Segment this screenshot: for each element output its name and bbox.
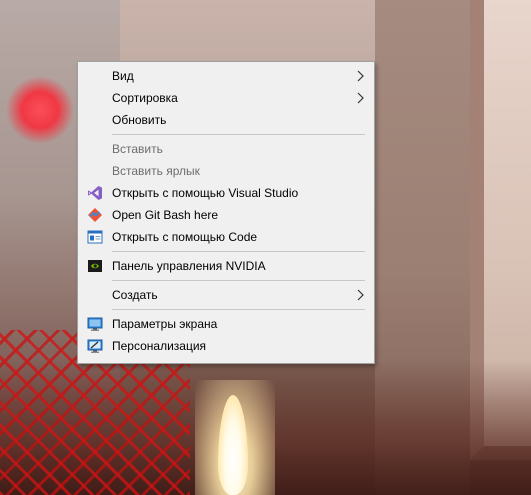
menu-item-sort[interactable]: Сортировка	[78, 87, 374, 109]
menu-item-label: Открыть с помощью Code	[112, 230, 258, 244]
git-bash-icon	[87, 207, 103, 223]
menu-item-label: Создать	[112, 288, 158, 302]
menu-item-label: Open Git Bash here	[112, 208, 219, 222]
menu-item-label: Открыть с помощью Visual Studio	[112, 186, 299, 200]
display-settings-icon	[87, 316, 103, 332]
chevron-right-icon	[355, 91, 365, 105]
menu-separator	[112, 134, 365, 135]
menu-separator	[112, 280, 365, 281]
menu-item-view[interactable]: Вид	[78, 65, 374, 87]
menu-item-paste: Вставить	[78, 138, 374, 160]
menu-item-open-git-bash[interactable]: Open Git Bash here	[78, 204, 374, 226]
menu-item-nvidia-control-panel[interactable]: Панель управления NVIDIA	[78, 255, 374, 277]
menu-item-label: Панель управления NVIDIA	[112, 259, 266, 273]
menu-item-paste-shortcut: Вставить ярлык	[78, 160, 374, 182]
menu-item-refresh[interactable]: Обновить	[78, 109, 374, 131]
nvidia-icon	[87, 258, 103, 274]
menu-item-open-with-visual-studio[interactable]: Открыть с помощью Visual Studio	[78, 182, 374, 204]
menu-separator	[112, 309, 365, 310]
visual-studio-icon	[87, 185, 103, 201]
chevron-right-icon	[355, 288, 365, 302]
menu-item-label: Обновить	[112, 113, 167, 127]
menu-item-personalization[interactable]: Персонализация	[78, 335, 374, 357]
menu-item-label: Вставить	[112, 142, 163, 156]
menu-item-label: Сортировка	[112, 91, 178, 105]
menu-item-label: Вставить ярлык	[112, 164, 200, 178]
menu-item-label: Вид	[112, 69, 134, 83]
menu-separator	[112, 251, 365, 252]
vscode-icon	[87, 229, 103, 245]
menu-item-label: Параметры экрана	[112, 317, 218, 331]
menu-item-new[interactable]: Создать	[78, 284, 374, 306]
chevron-right-icon	[355, 69, 365, 83]
menu-item-label: Персонализация	[112, 339, 207, 353]
desktop-context-menu: Вид Сортировка Обновить Вставить Вставит…	[77, 61, 375, 364]
menu-item-open-with-code[interactable]: Открыть с помощью Code	[78, 226, 374, 248]
personalization-icon	[87, 338, 103, 354]
menu-item-display-settings[interactable]: Параметры экрана	[78, 313, 374, 335]
